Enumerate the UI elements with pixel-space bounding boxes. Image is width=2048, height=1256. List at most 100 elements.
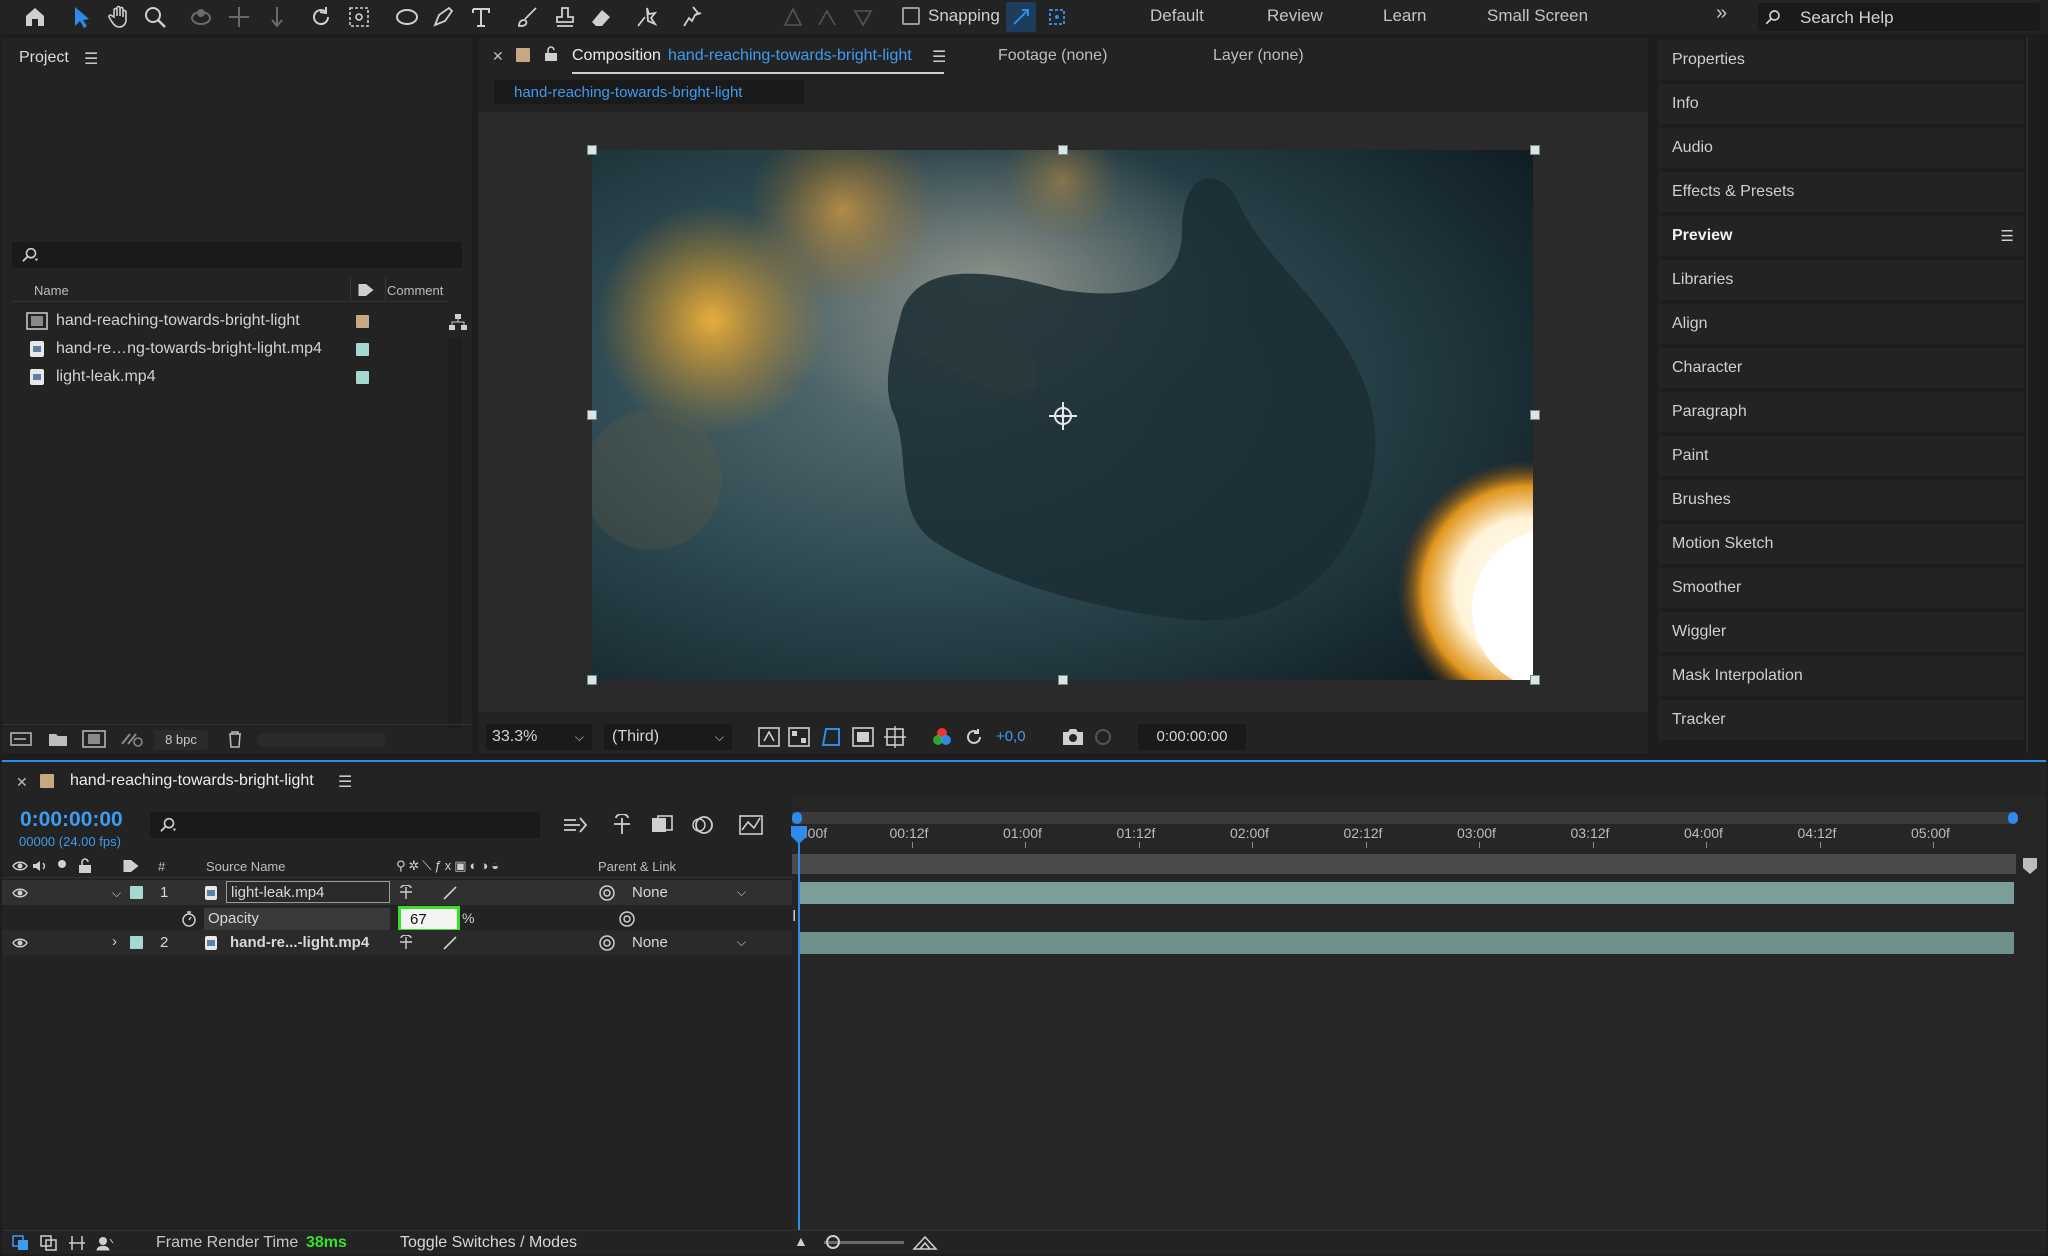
panel-item-paint[interactable]: Paint — [1658, 436, 2024, 476]
orbit-camera-icon[interactable] — [186, 2, 216, 32]
zoom-out-icon[interactable]: ▲ — [794, 1233, 808, 1249]
panel-item-properties[interactable]: Properties — [1658, 40, 2024, 80]
close-tab-icon[interactable]: ✕ — [492, 48, 504, 65]
layer-1-duration-bar[interactable] — [798, 882, 2014, 904]
pen-tool-icon[interactable] — [428, 2, 458, 32]
project-scrollbar[interactable] — [448, 338, 462, 728]
breadcrumb-comp-name[interactable]: hand-reaching-towards-bright-light — [514, 84, 742, 101]
roto-brush-icon[interactable] — [632, 2, 662, 32]
audio-speaker-icon[interactable] — [32, 859, 48, 873]
transform-handle[interactable] — [1058, 675, 1068, 685]
brush-tool-icon[interactable] — [512, 2, 542, 32]
composition-tab-label[interactable]: Composition — [572, 47, 661, 65]
project-item-footage[interactable]: light-leak.mp4 — [26, 364, 156, 390]
viewer-timecode[interactable]: 0:00:00:00 — [1138, 724, 1246, 750]
pick-whip-icon[interactable] — [618, 910, 636, 928]
label-color-chip[interactable] — [356, 343, 369, 356]
dolly-camera-icon[interactable] — [262, 2, 292, 32]
trash-icon[interactable] — [226, 730, 244, 748]
reset-exposure-icon[interactable] — [964, 727, 984, 747]
comment-column-header[interactable]: Comment — [387, 283, 443, 298]
pick-whip-icon[interactable] — [598, 934, 616, 952]
thumbnail-size-slider[interactable] — [256, 733, 386, 747]
transform-handle[interactable] — [1058, 145, 1068, 155]
lock-icon[interactable] — [544, 46, 558, 62]
snapping-toggle[interactable]: Snapping — [902, 6, 1000, 26]
snap-features-icon[interactable] — [1042, 2, 1072, 32]
stopwatch-icon[interactable] — [180, 910, 198, 928]
bpc-button[interactable]: 8 bpc — [154, 730, 208, 750]
panel-item-brushes[interactable]: Brushes — [1658, 480, 2024, 520]
time-ruler[interactable]: 0:00f 00:12f 01:00f 01:12f 02:00f 02:12f 03:00… — [2, 762, 2046, 852]
visibility-eye-icon[interactable] — [12, 936, 28, 950]
name-column-header[interactable]: Name — [34, 283, 69, 298]
time-zoom-thumb[interactable] — [826, 1235, 840, 1249]
workspace-small-screen[interactable]: Small Screen — [1487, 6, 1588, 26]
layer-switches-toggle-icon[interactable] — [12, 1235, 30, 1251]
transform-handle[interactable] — [587, 410, 597, 420]
transfer-controls-icon[interactable] — [40, 1235, 58, 1251]
channels-icon[interactable] — [932, 727, 952, 747]
label-color-chip[interactable] — [356, 315, 369, 328]
panel-item-libraries[interactable]: Libraries — [1658, 260, 2024, 300]
parent-dropdown[interactable]: None ⌵ — [624, 931, 754, 953]
chevron-down-icon[interactable]: ⌵ — [112, 886, 121, 901]
panel-item-character[interactable]: Character — [1658, 348, 2024, 388]
switches-header-icons[interactable]: ⚲✲⟍ƒx▣◐◑◒ — [396, 858, 502, 874]
selection-tool-icon[interactable] — [66, 2, 96, 32]
toggle-switches-modes-button[interactable]: Toggle Switches / Modes — [400, 1234, 577, 1252]
anchor-point-icon[interactable] — [1048, 401, 1078, 431]
pan-camera-icon[interactable] — [224, 2, 254, 32]
project-item-footage[interactable]: hand-re…ng-towards-bright-light.mp4 — [26, 336, 322, 362]
anchor-tool-icon[interactable] — [344, 2, 374, 32]
label-tag-icon[interactable] — [357, 282, 375, 298]
comp-duration-bar[interactable] — [792, 854, 2016, 874]
new-folder-icon[interactable] — [48, 731, 68, 747]
panel-item-audio[interactable]: Audio — [1658, 128, 2024, 168]
visibility-eye-icon[interactable] — [12, 886, 28, 900]
layer-name[interactable]: hand-re...-light.mp4 — [230, 934, 369, 951]
parent-dropdown[interactable]: None ⌵ — [624, 881, 754, 903]
panel-item-paragraph[interactable]: Paragraph — [1658, 392, 2024, 432]
composition-menu-icon[interactable]: ☰ — [932, 47, 946, 67]
region-of-interest-icon[interactable] — [852, 727, 874, 747]
snapshot-camera-icon[interactable] — [1062, 727, 1084, 747]
new-composition-icon[interactable] — [82, 730, 106, 748]
layer-row[interactable]: ⌵ 1 light-leak.mp4 None ⌵ — [2, 880, 792, 905]
pick-whip-icon[interactable] — [598, 884, 616, 902]
home-icon[interactable] — [20, 2, 50, 32]
panel-item-smoother[interactable]: Smoother — [1658, 568, 2024, 608]
panel-item-wiggler[interactable]: Wiggler — [1658, 612, 2024, 652]
footage-tab[interactable]: Footage (none) — [998, 47, 1107, 65]
interpret-footage-icon[interactable] — [10, 731, 32, 747]
panel-item-motion-sketch[interactable]: Motion Sketch — [1658, 524, 2024, 564]
project-settings-icon[interactable] — [120, 730, 144, 748]
shy-switch-icon[interactable] — [398, 935, 414, 951]
workspace-learn[interactable]: Learn — [1383, 6, 1426, 26]
transform-handle[interactable] — [587, 675, 597, 685]
right-panel-scrollbar[interactable] — [2026, 38, 2028, 753]
composition-tab-name[interactable]: hand-reaching-towards-bright-light — [668, 47, 912, 65]
zoom-tool-icon[interactable] — [140, 2, 170, 32]
transparency-grid-icon[interactable] — [788, 727, 810, 747]
source-name-column-header[interactable]: Source Name — [206, 859, 285, 874]
layer-name-field[interactable]: light-leak.mp4 — [226, 881, 390, 903]
grid-guides-icon[interactable] — [884, 726, 906, 748]
layer-row[interactable]: › 2 hand-re...-light.mp4 None ⌵ — [2, 930, 792, 955]
show-snapshot-icon[interactable] — [1092, 727, 1114, 747]
opacity-value-input[interactable]: 67 — [398, 906, 460, 932]
snap-edges-icon[interactable] — [1006, 2, 1036, 32]
axis-world-icon[interactable] — [812, 2, 842, 32]
type-tool-icon[interactable] — [466, 2, 496, 32]
transform-handle[interactable] — [1530, 145, 1540, 155]
comp-end-marker-icon[interactable] — [2020, 856, 2040, 876]
panel-item-mask-interpolation[interactable]: Mask Interpolation — [1658, 656, 2024, 696]
panel-item-preview[interactable]: Preview ☰ — [1658, 216, 2024, 256]
label-color-chip[interactable] — [130, 886, 143, 899]
lock-icon[interactable] — [78, 858, 92, 874]
label-color-chip[interactable] — [130, 936, 143, 949]
parent-link-column-header[interactable]: Parent & Link — [598, 859, 676, 874]
workspace-default[interactable]: Default — [1150, 6, 1204, 26]
search-help-field[interactable]: Search Help — [1758, 3, 2040, 31]
chevron-right-icon[interactable]: › — [112, 933, 117, 950]
